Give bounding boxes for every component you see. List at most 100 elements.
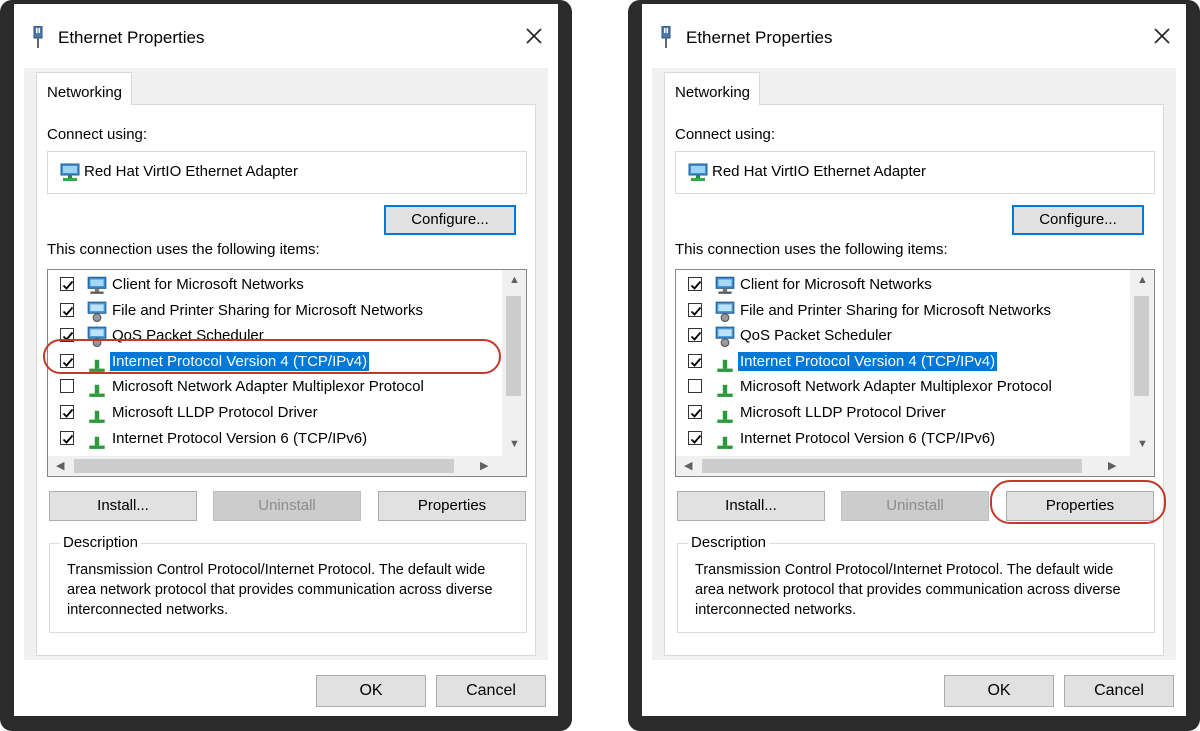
- item-label: Client for Microsoft Networks: [112, 276, 304, 293]
- checkmark-icon: [62, 434, 74, 444]
- dialog-body: Networking Connect using: Red Hat VirtIO…: [652, 68, 1176, 660]
- list-item[interactable]: QoS Packet Scheduler: [676, 323, 1126, 348]
- items-label: This connection uses the following items…: [675, 241, 948, 258]
- list-item[interactable]: Client for Microsoft Networks: [676, 272, 1126, 297]
- uninstall-button[interactable]: Uninstall: [841, 491, 989, 521]
- item-label: Internet Protocol Version 6 (TCP/IPv6): [112, 429, 368, 447]
- configure-button[interactable]: Configure...: [1012, 205, 1144, 235]
- protocol-icon: [717, 436, 733, 449]
- protocol-icon: [717, 385, 733, 398]
- tab-networking[interactable]: Networking: [664, 72, 760, 105]
- horizontal-scrollbar[interactable]: ◀ ▶: [48, 456, 526, 476]
- item-checkbox[interactable]: [688, 405, 702, 419]
- item-checkbox[interactable]: [60, 379, 74, 394]
- connect-using-label: Connect using:: [675, 126, 776, 143]
- cancel-button[interactable]: Cancel: [1064, 675, 1174, 707]
- item-label: QoS Packet Scheduler: [112, 327, 264, 345]
- list-item[interactable]: QoS Packet Scheduler: [48, 323, 498, 348]
- install-button[interactable]: Install...: [677, 491, 825, 521]
- list-item[interactable]: Internet Protocol Version 4 (TCP/IPv4): [48, 349, 498, 374]
- list-item[interactable]: Microsoft LLDP Protocol Driver: [676, 400, 1126, 425]
- item-label: Microsoft Network Adapter Multiplexor Pr…: [112, 378, 424, 396]
- properties-button[interactable]: Properties: [1006, 491, 1154, 521]
- list-item[interactable]: Internet Protocol Version 6 (TCP/IPv6): [48, 426, 498, 451]
- item-checkbox[interactable]: [60, 277, 74, 291]
- scroll-up-arrow-icon[interactable]: ▲: [1137, 274, 1148, 286]
- scroll-down-arrow-icon[interactable]: ▼: [509, 438, 520, 450]
- vertical-scroll-thumb[interactable]: [1134, 296, 1149, 396]
- list-item[interactable]: Internet Protocol Version 4 (TCP/IPv4): [676, 349, 1126, 374]
- item-label: Internet Protocol Version 4 (TCP/IPv4): [738, 351, 998, 371]
- checkmark-icon: [690, 280, 702, 290]
- item-checkbox[interactable]: [60, 302, 74, 317]
- item-checkbox[interactable]: [688, 302, 702, 317]
- ethernet-adapter-icon: [661, 26, 671, 48]
- list-item[interactable]: Microsoft LLDP Protocol Driver: [48, 400, 498, 425]
- left-screenshot-frame: Ethernet Properties Networking Connect u…: [0, 0, 572, 731]
- close-icon[interactable]: [1148, 22, 1176, 50]
- horizontal-scroll-thumb[interactable]: [702, 459, 1082, 473]
- vertical-scroll-thumb[interactable]: [506, 296, 521, 396]
- title-bar: Ethernet Properties: [14, 4, 558, 68]
- checkmark-icon: [62, 357, 74, 367]
- title-bar: Ethernet Properties: [642, 4, 1186, 68]
- protocol-icon: [717, 359, 733, 372]
- scroll-down-arrow-icon[interactable]: ▼: [1137, 438, 1148, 450]
- item-checkbox[interactable]: [688, 430, 702, 445]
- scroll-right-arrow-icon[interactable]: ▶: [480, 459, 488, 472]
- checkmark-icon: [690, 408, 702, 418]
- item-checkbox[interactable]: [60, 430, 74, 445]
- scroll-left-arrow-icon[interactable]: ◀: [56, 459, 64, 472]
- ok-button[interactable]: OK: [944, 675, 1054, 707]
- item-checkbox[interactable]: [60, 405, 74, 419]
- components-list[interactable]: Client for Microsoft Networks File and Pr…: [47, 269, 527, 477]
- list-item[interactable]: Microsoft Network Adapter Multiplexor Pr…: [48, 374, 498, 399]
- network-service-icon: [715, 326, 735, 348]
- ok-button[interactable]: OK: [316, 675, 426, 707]
- item-checkbox[interactable]: [688, 379, 702, 394]
- scroll-left-arrow-icon[interactable]: ◀: [684, 459, 692, 472]
- item-checkbox[interactable]: [60, 353, 74, 368]
- item-label: File and Printer Sharing for Microsoft N…: [740, 301, 1051, 319]
- network-service-icon: [715, 301, 735, 322]
- uninstall-button[interactable]: Uninstall: [213, 491, 361, 521]
- item-checkbox[interactable]: [688, 353, 702, 368]
- description-label: Description: [60, 534, 142, 551]
- list-item[interactable]: Client for Microsoft Networks: [48, 272, 498, 297]
- configure-button[interactable]: Configure...: [384, 205, 516, 235]
- cancel-button[interactable]: Cancel: [436, 675, 546, 707]
- tab-networking[interactable]: Networking: [36, 72, 132, 105]
- list-item[interactable]: File and Printer Sharing for Microsoft N…: [48, 298, 498, 323]
- install-button[interactable]: Install...: [49, 491, 197, 521]
- network-client-icon: [715, 276, 735, 294]
- item-label: Microsoft Network Adapter Multiplexor Pr…: [740, 378, 1052, 396]
- vertical-scrollbar[interactable]: ▲ ▼: [1130, 270, 1154, 456]
- vertical-scrollbar[interactable]: ▲ ▼: [502, 270, 526, 456]
- horizontal-scrollbar[interactable]: ◀ ▶: [676, 456, 1154, 476]
- list-item[interactable]: Microsoft Network Adapter Multiplexor Pr…: [676, 374, 1126, 399]
- window-title: Ethernet Properties: [686, 28, 833, 47]
- list-item[interactable]: Internet Protocol Version 6 (TCP/IPv6): [676, 426, 1126, 451]
- item-checkbox[interactable]: [688, 328, 702, 343]
- description-group: Description Transmission Control Protoco…: [677, 534, 1155, 633]
- properties-button[interactable]: Properties: [378, 491, 526, 521]
- description-text: Transmission Control Protocol/Internet P…: [67, 562, 493, 618]
- item-label: Internet Protocol Version 4 (TCP/IPv4): [110, 351, 370, 371]
- adapter-field: Red Hat VirtIO Ethernet Adapter: [47, 151, 527, 194]
- network-adapter-icon: [60, 163, 80, 181]
- list-item[interactable]: File and Printer Sharing for Microsoft N…: [676, 298, 1126, 323]
- scroll-up-arrow-icon[interactable]: ▲: [509, 274, 520, 286]
- adapter-field: Red Hat VirtIO Ethernet Adapter: [675, 151, 1155, 194]
- components-list[interactable]: Client for Microsoft Networks File and Pr…: [675, 269, 1155, 477]
- items-label: This connection uses the following items…: [47, 241, 320, 258]
- scroll-right-arrow-icon[interactable]: ▶: [1108, 459, 1116, 472]
- description-text: Transmission Control Protocol/Internet P…: [695, 562, 1121, 618]
- network-service-icon: [87, 326, 107, 348]
- close-icon[interactable]: [520, 22, 548, 50]
- horizontal-scroll-thumb[interactable]: [74, 459, 454, 473]
- adapter-name: Red Hat VirtIO Ethernet Adapter: [84, 163, 299, 180]
- item-checkbox[interactable]: [688, 277, 702, 291]
- protocol-icon: [89, 359, 105, 372]
- ethernet-properties-dialog: Ethernet Properties Networking Connect u…: [14, 4, 558, 716]
- item-checkbox[interactable]: [60, 328, 74, 343]
